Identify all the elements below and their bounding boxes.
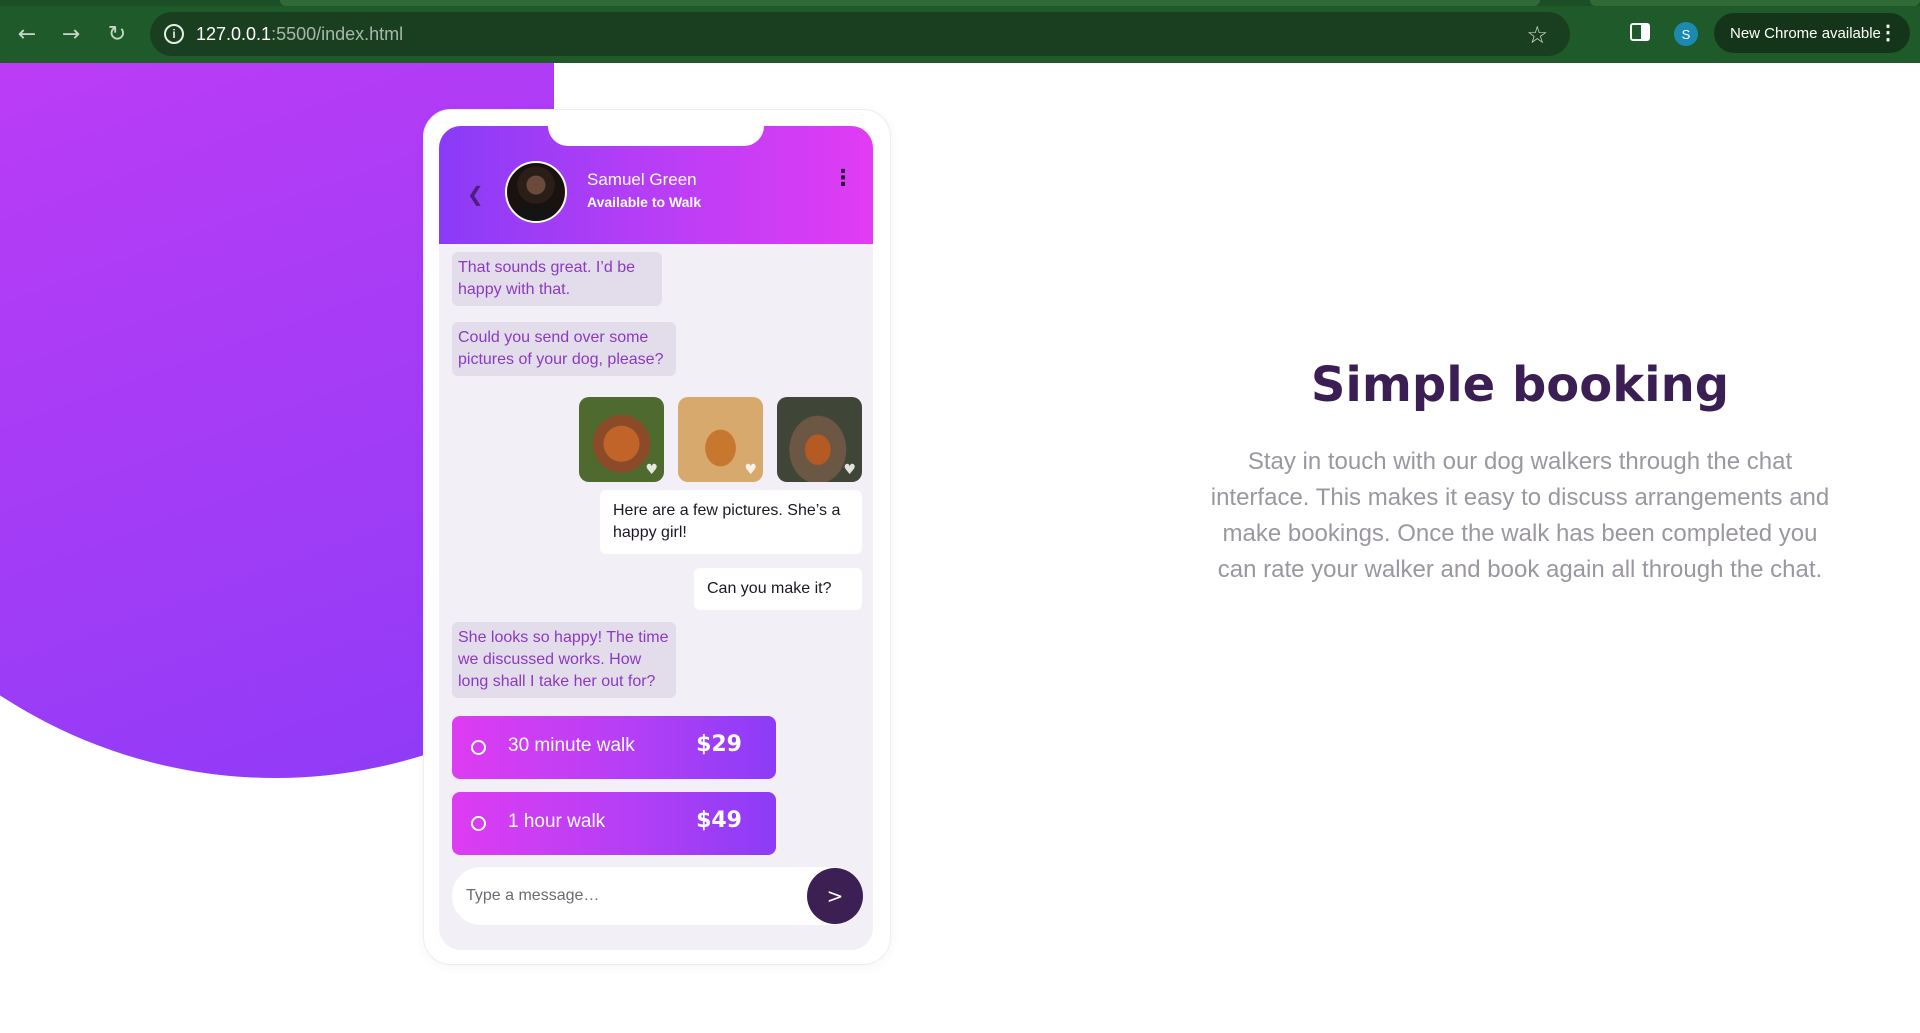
phone-notch: [548, 126, 764, 146]
active-tab-edge[interactable]: [280, 0, 1540, 6]
star-icon[interactable]: ☆: [1526, 21, 1548, 50]
chrome-update-button[interactable]: New Chrome available ⋮: [1714, 13, 1910, 53]
info-icon[interactable]: i: [164, 24, 184, 44]
contact-status: Available to Walk: [587, 194, 702, 210]
paw-icon: ♥: [744, 462, 757, 478]
message-bubble: Can you make it?: [694, 568, 862, 610]
kebab-icon[interactable]: ⋮: [1878, 20, 1898, 45]
message-bubble: Here are a few pictures. She’s a happy g…: [600, 490, 862, 554]
walk-option-1hour[interactable]: 1 hour walk $49: [452, 792, 776, 855]
message-input[interactable]: [466, 881, 786, 911]
tab-edge[interactable]: [1590, 0, 1920, 6]
update-label: New Chrome available: [1730, 24, 1881, 42]
address-bar[interactable]: i 127.0.0.1 :5500/index.html ☆: [150, 12, 1570, 56]
message-bubble: She looks so happy! The time we discusse…: [452, 622, 676, 698]
send-button[interactable]: >: [807, 868, 863, 924]
paw-icon: ♥: [843, 462, 856, 478]
dog-photo[interactable]: ♥: [777, 397, 862, 482]
more-vertical-icon[interactable]: ⋮: [832, 168, 854, 190]
browser-toolbar: ← → ↻ i 127.0.0.1 :5500/index.html ☆ S N…: [0, 0, 1920, 63]
option-price: $49: [696, 808, 742, 833]
message-bubble: Could you send over some pictures of you…: [452, 322, 676, 376]
forward-icon[interactable]: →: [55, 18, 87, 50]
url-host: 127.0.0.1: [196, 23, 272, 44]
message-composer: >: [452, 867, 863, 925]
walk-option-30min[interactable]: 30 minute walk $29: [452, 716, 776, 779]
avatar[interactable]: [505, 161, 567, 223]
dog-photo[interactable]: ♥: [678, 397, 763, 482]
option-price: $29: [696, 732, 742, 757]
option-label: 30 minute walk: [508, 735, 635, 756]
back-icon[interactable]: ←: [11, 18, 43, 50]
radio-icon[interactable]: [471, 740, 486, 755]
chevron-left-icon[interactable]: ❮: [467, 182, 484, 206]
url-path: :5500/index.html: [271, 23, 404, 44]
page: ❮ Samuel Green Available to Walk ⋮ That …: [0, 63, 1920, 1033]
contact-name: Samuel Green: [587, 170, 697, 189]
radio-icon[interactable]: [471, 816, 486, 831]
profile-avatar[interactable]: S: [1674, 22, 1698, 46]
paw-icon: ♥: [645, 462, 658, 478]
side-panel-icon[interactable]: [1630, 23, 1650, 41]
option-label: 1 hour walk: [508, 811, 606, 832]
section-title: Simple booking: [1310, 357, 1730, 413]
reload-icon[interactable]: ↻: [101, 18, 133, 50]
phone-screen: ❮ Samuel Green Available to Walk ⋮ That …: [439, 126, 873, 950]
message-bubble: That sounds great. I’d be happy with tha…: [452, 252, 662, 306]
section-description: Stay in touch with our dog walkers throu…: [1210, 448, 1830, 583]
dog-photo[interactable]: ♥: [579, 397, 664, 482]
